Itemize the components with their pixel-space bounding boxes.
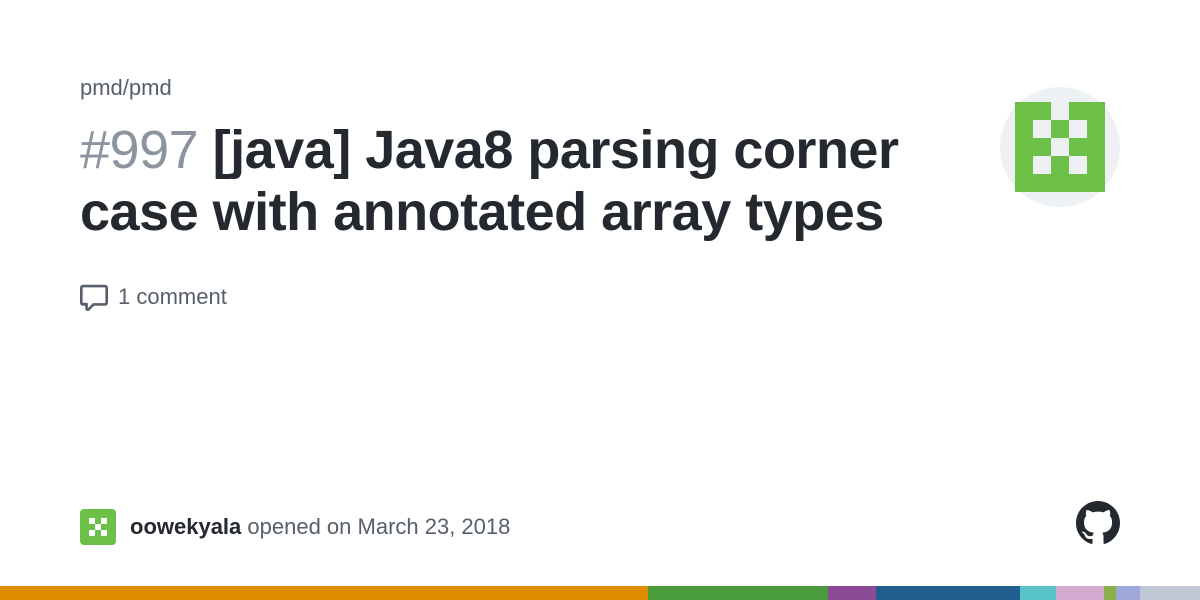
language-segment bbox=[828, 586, 876, 600]
author-name[interactable]: oowekyala bbox=[130, 514, 241, 539]
language-segment bbox=[1056, 586, 1104, 600]
title-block: #997 [java] Java8 parsing corner case wi… bbox=[80, 119, 960, 243]
repo-avatar-icon bbox=[1015, 102, 1105, 192]
language-segment bbox=[1116, 586, 1140, 600]
comments-row[interactable]: 1 comment bbox=[80, 283, 1120, 311]
language-segment bbox=[1104, 586, 1116, 600]
language-segment bbox=[876, 586, 1020, 600]
repo-avatar-large[interactable] bbox=[1000, 87, 1120, 207]
issue-title: #997 [java] Java8 parsing corner case wi… bbox=[80, 119, 960, 243]
github-logo[interactable] bbox=[1076, 501, 1120, 550]
language-bar bbox=[0, 586, 1200, 600]
language-segment bbox=[1020, 586, 1056, 600]
author-avatar[interactable] bbox=[80, 509, 116, 545]
author-avatar-icon bbox=[83, 512, 113, 542]
comments-count: 1 comment bbox=[118, 284, 227, 310]
author-opened-text: opened on March 23, 2018 bbox=[241, 514, 510, 539]
language-segment bbox=[1140, 586, 1200, 600]
comment-icon bbox=[80, 283, 108, 311]
title-row: #997 [java] Java8 parsing corner case wi… bbox=[80, 119, 1120, 243]
language-segment bbox=[648, 586, 828, 600]
author-line: oowekyala opened on March 23, 2018 bbox=[130, 514, 510, 540]
issue-number: #997 bbox=[80, 120, 213, 180]
language-segment bbox=[0, 586, 648, 600]
github-mark-icon bbox=[1076, 501, 1120, 545]
author-row: oowekyala opened on March 23, 2018 bbox=[80, 509, 510, 545]
repo-path[interactable]: pmd/pmd bbox=[80, 75, 1120, 101]
